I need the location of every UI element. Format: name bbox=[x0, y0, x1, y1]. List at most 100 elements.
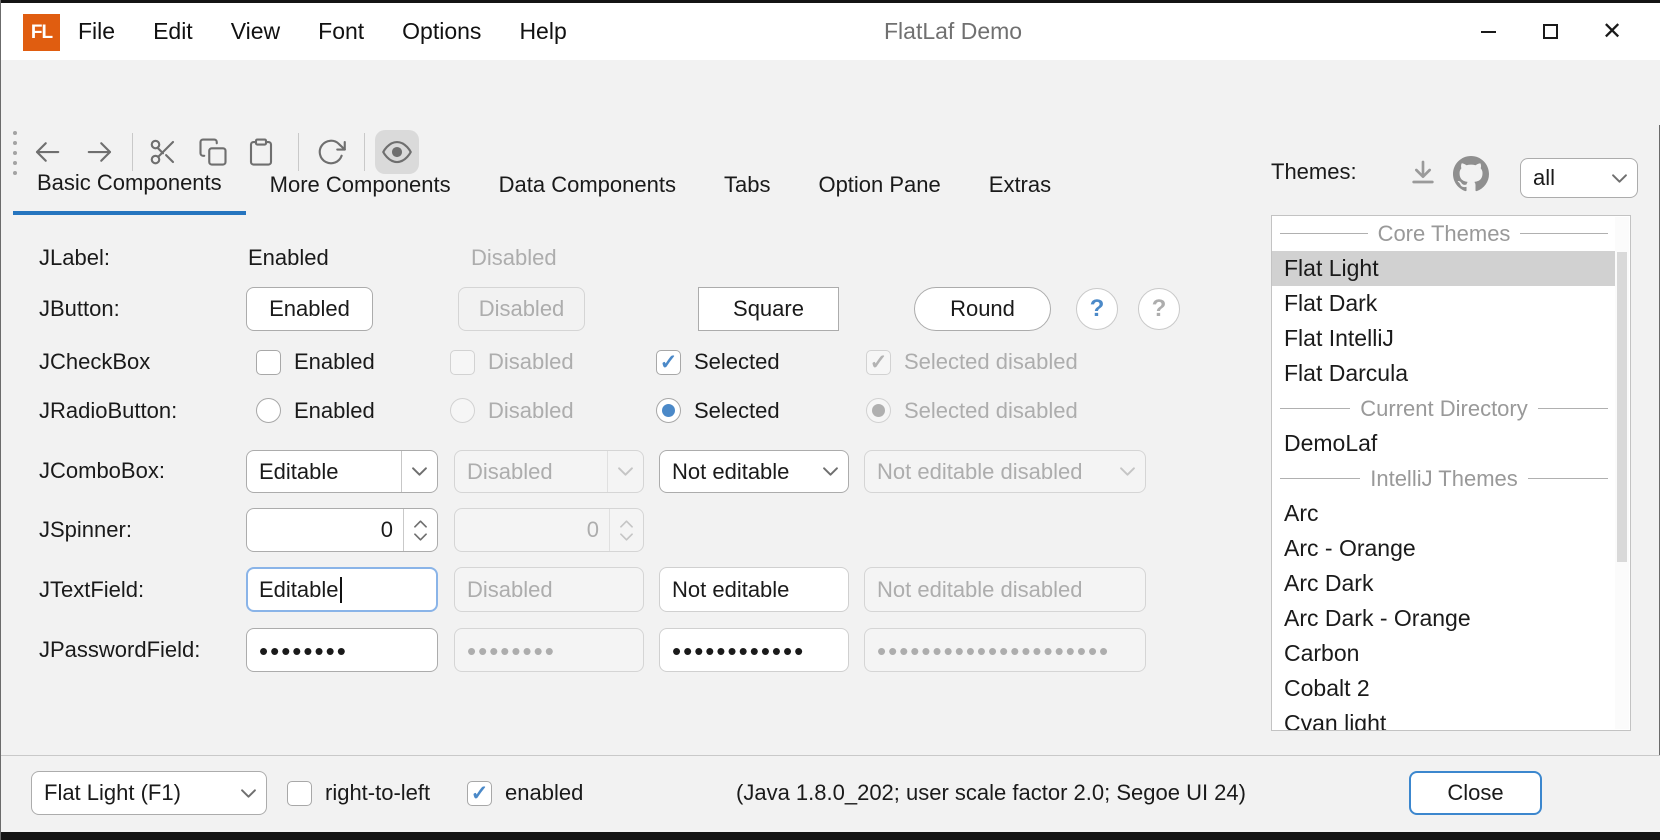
toolbar bbox=[1, 60, 1660, 125]
chevron-down-icon bbox=[607, 451, 643, 492]
menu-file[interactable]: File bbox=[59, 3, 134, 60]
github-icon bbox=[1453, 156, 1489, 192]
download-theme-button[interactable] bbox=[1403, 154, 1443, 194]
close-button[interactable]: Close bbox=[1409, 771, 1542, 815]
radio-selected-disabled bbox=[866, 398, 891, 423]
chevron-down-icon bbox=[414, 533, 427, 541]
menu-view[interactable]: View bbox=[212, 3, 299, 60]
radio-disabled-label: Disabled bbox=[488, 398, 574, 424]
combobox-not-editable[interactable]: Not editable bbox=[659, 450, 849, 493]
themes-label: Themes: bbox=[1271, 159, 1357, 185]
checkbox-enabled[interactable] bbox=[256, 350, 281, 375]
combobox-not-editable-disabled: Not editable disabled bbox=[864, 450, 1146, 493]
theme-group-separator: IntelliJ Themes bbox=[1272, 461, 1616, 496]
github-link-button[interactable] bbox=[1451, 154, 1491, 194]
tab-data-components[interactable]: Data Components bbox=[475, 155, 700, 215]
checkbox-enabled-label[interactable]: Enabled bbox=[294, 349, 375, 375]
enabled-checkbox-label[interactable]: enabled bbox=[505, 780, 583, 806]
menu-font[interactable]: Font bbox=[299, 3, 383, 60]
tab-more-components[interactable]: More Components bbox=[246, 155, 475, 215]
tab-basic-components[interactable]: Basic Components bbox=[13, 155, 246, 215]
jspinner-row-label: JSpinner: bbox=[39, 517, 132, 543]
menu-edit[interactable]: Edit bbox=[134, 3, 212, 60]
text-caret bbox=[340, 577, 342, 603]
window-title: FlatLaf Demo bbox=[884, 3, 1022, 60]
laf-selector-combobox[interactable]: Flat Light (F1) bbox=[31, 771, 267, 815]
enabled-checkbox[interactable]: ✓ bbox=[467, 781, 492, 806]
combobox-editable[interactable]: Editable bbox=[246, 450, 438, 493]
theme-item-arc-dark[interactable]: Arc Dark bbox=[1272, 566, 1616, 601]
scrollbar-thumb[interactable] bbox=[1617, 252, 1627, 562]
radio-enabled-label[interactable]: Enabled bbox=[294, 398, 375, 424]
radio-selected[interactable] bbox=[656, 398, 681, 423]
checkbox-selected-disabled: ✓ bbox=[866, 350, 891, 375]
spinner-arrows[interactable] bbox=[403, 509, 437, 551]
chevron-up-icon bbox=[620, 520, 633, 528]
radio-enabled[interactable] bbox=[256, 398, 281, 423]
chevron-down-icon bbox=[812, 451, 848, 492]
theme-item-flat-dark[interactable]: Flat Dark bbox=[1272, 286, 1616, 321]
checkbox-selected[interactable]: ✓ bbox=[656, 350, 681, 375]
combobox-disabled: Disabled bbox=[454, 450, 644, 493]
menu-options[interactable]: Options bbox=[383, 3, 500, 60]
close-window-button[interactable]: ✕ bbox=[1581, 3, 1643, 60]
theme-group-separator: Current Directory bbox=[1272, 391, 1616, 426]
maximize-icon bbox=[1543, 24, 1558, 39]
flatlaf-demo-window: FL File Edit View Font Options Help Flat… bbox=[0, 0, 1660, 840]
theme-item-flat-light[interactable]: Flat Light bbox=[1272, 251, 1616, 286]
tab-option-pane[interactable]: Option Pane bbox=[794, 155, 964, 215]
spinner-enabled[interactable]: 0 bbox=[246, 508, 438, 552]
status-info-text: (Java 1.8.0_202; user scale factor 2.0; … bbox=[661, 780, 1321, 806]
chevron-down-icon bbox=[1601, 159, 1637, 197]
jlabel-disabled: Disabled bbox=[471, 245, 557, 271]
theme-item-cyan-light[interactable]: Cyan light bbox=[1272, 706, 1616, 731]
help-button-disabled: ? bbox=[1138, 288, 1180, 330]
menubar: File Edit View Font Options Help bbox=[59, 3, 586, 60]
statusbar: Flat Light (F1) right-to-left ✓ enabled … bbox=[1, 756, 1660, 832]
titlebar[interactable]: FL File Edit View Font Options Help Flat… bbox=[1, 3, 1660, 60]
minimize-button[interactable] bbox=[1457, 3, 1519, 60]
app-logo: FL bbox=[23, 14, 60, 51]
help-button[interactable]: ? bbox=[1076, 288, 1118, 330]
theme-item-arc-orange[interactable]: Arc - Orange bbox=[1272, 531, 1616, 566]
textfield-not-editable-disabled: Not editable disabled bbox=[864, 567, 1146, 612]
theme-item-carbon[interactable]: Carbon bbox=[1272, 636, 1616, 671]
jcombobox-row-label: JComboBox: bbox=[39, 458, 165, 484]
checkbox-selected-label[interactable]: Selected bbox=[694, 349, 780, 375]
maximize-button[interactable] bbox=[1519, 3, 1581, 60]
spinner-arrows bbox=[609, 509, 643, 551]
checkmark-icon: ✓ bbox=[471, 783, 489, 804]
enabled-button[interactable]: Enabled bbox=[246, 287, 373, 331]
menu-help[interactable]: Help bbox=[500, 3, 585, 60]
passwordfield-editable[interactable]: •••••••• bbox=[246, 628, 438, 672]
right-to-left-label[interactable]: right-to-left bbox=[325, 780, 430, 806]
right-to-left-checkbox[interactable] bbox=[287, 781, 312, 806]
textfield-editable[interactable]: Editable bbox=[246, 567, 438, 612]
jradiobutton-row-label: JRadioButton: bbox=[39, 398, 177, 424]
passwordfield-not-editable-disabled: ••••••••••••••••••••• bbox=[864, 628, 1146, 672]
textfield-not-editable[interactable]: Not editable bbox=[659, 567, 849, 612]
disabled-button: Disabled bbox=[458, 287, 585, 331]
theme-item-arc-dark-orange[interactable]: Arc Dark - Orange bbox=[1272, 601, 1616, 636]
theme-item-flat-intellij[interactable]: Flat IntelliJ bbox=[1272, 321, 1616, 356]
jlabel-row-label: JLabel: bbox=[39, 245, 110, 271]
tab-tabs[interactable]: Tabs bbox=[700, 155, 794, 215]
radio-selected-label[interactable]: Selected bbox=[694, 398, 780, 424]
jbutton-row-label: JButton: bbox=[39, 296, 120, 322]
themes-filter-combobox[interactable]: all bbox=[1520, 158, 1638, 198]
square-button[interactable]: Square bbox=[698, 287, 839, 331]
passwordfield-not-editable[interactable]: •••••••••••• bbox=[659, 628, 849, 672]
tab-extras[interactable]: Extras bbox=[965, 155, 1075, 215]
theme-item-flat-darcula[interactable]: Flat Darcula bbox=[1272, 356, 1616, 391]
window-bottom-border bbox=[1, 832, 1660, 840]
themes-scrollbar[interactable] bbox=[1615, 217, 1629, 729]
theme-item-arc[interactable]: Arc bbox=[1272, 496, 1616, 531]
chevron-down-icon bbox=[620, 533, 633, 541]
theme-item-cobalt-2[interactable]: Cobalt 2 bbox=[1272, 671, 1616, 706]
round-button[interactable]: Round bbox=[914, 287, 1051, 331]
window-controls: ✕ bbox=[1457, 3, 1643, 60]
chevron-down-icon bbox=[230, 772, 266, 814]
theme-item-demolaf[interactable]: DemoLaf bbox=[1272, 426, 1616, 461]
close-icon: ✕ bbox=[1602, 20, 1622, 44]
checkbox-selected-disabled-label: Selected disabled bbox=[904, 349, 1078, 375]
